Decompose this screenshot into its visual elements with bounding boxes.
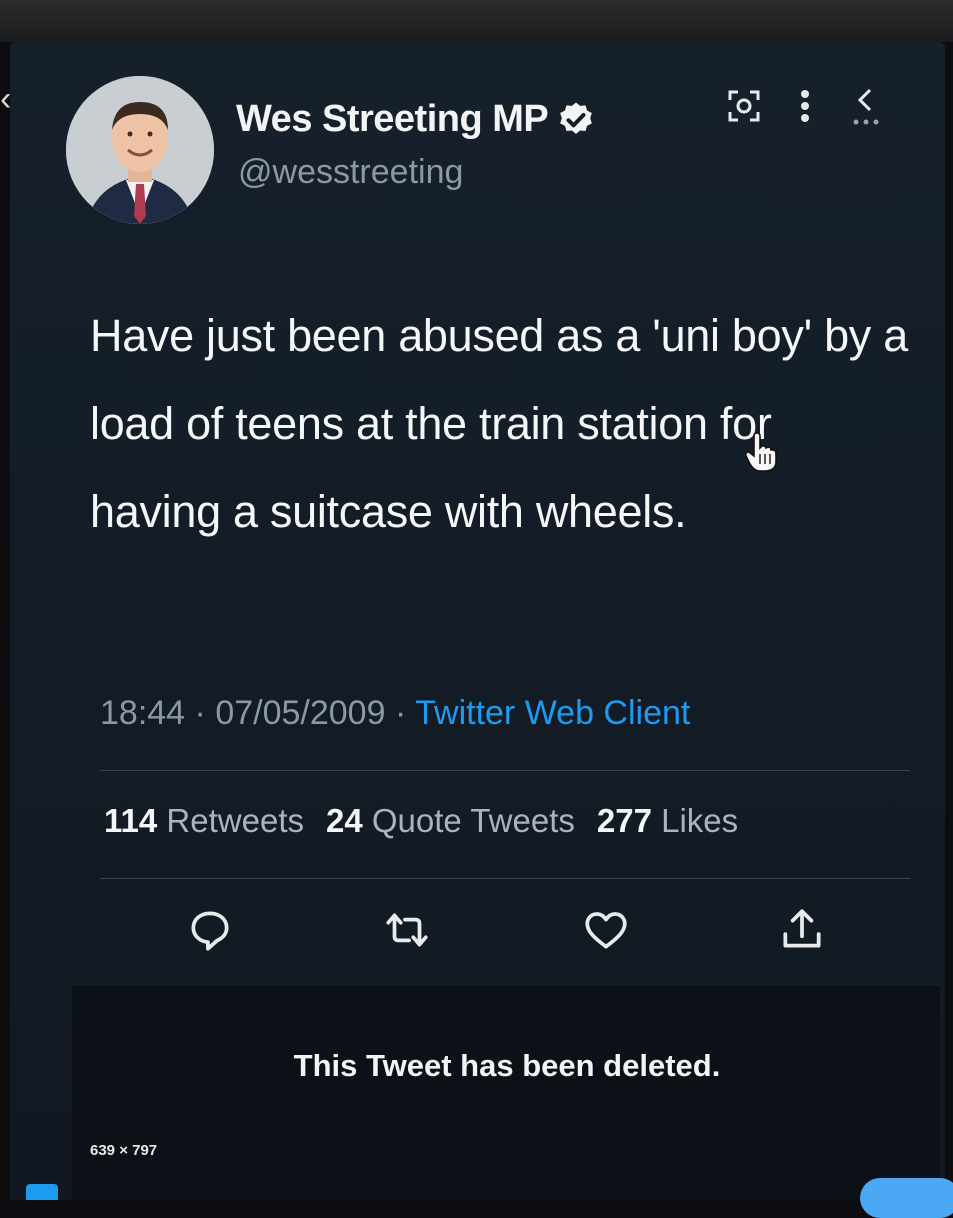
tweet-stats: 114 Retweets 24 Quote Tweets 277 Likes — [104, 802, 738, 840]
retweet-icon[interactable] — [377, 900, 437, 960]
retweets-count: 114 — [104, 802, 158, 839]
tweet-button[interactable] — [860, 1178, 953, 1218]
window-top-bar — [0, 0, 953, 42]
name-row: Wes Streeting MP — [236, 98, 596, 141]
tweet-meta: 18:44 · 07/05/2009 · Twitter Web Client — [100, 694, 690, 733]
tweet-text: Have just been abused as a 'uni boy' by … — [90, 310, 908, 537]
meta-separator-2: · — [394, 694, 407, 732]
hand-cursor-icon — [744, 432, 778, 477]
twitter-logo-icon[interactable] — [26, 1184, 58, 1200]
likes-stat[interactable]: 277 Likes — [597, 802, 738, 840]
divider-top — [100, 770, 910, 771]
user-handle[interactable]: @wesstreeting — [238, 153, 463, 192]
likes-label: Likes — [661, 802, 739, 839]
likes-count: 277 — [596, 802, 652, 839]
tweet-date[interactable]: 07/05/2009 — [215, 694, 385, 732]
back-chevron-icon[interactable]: ‹ — [0, 82, 11, 116]
image-dimensions-label: 639 × 797 — [90, 1142, 158, 1159]
meta-separator: · — [194, 694, 206, 732]
deleted-tweet-panel: This Tweet has been deleted. — [72, 986, 940, 1200]
deleted-notice: This Tweet has been deleted. — [293, 1048, 721, 1083]
quote-tweets-count: 24 — [325, 802, 363, 839]
share-icon[interactable] — [772, 900, 832, 960]
like-icon[interactable] — [576, 900, 636, 960]
quote-tweets-stat[interactable]: 24 Quote Tweets — [326, 802, 575, 840]
tweet-header-actions — [724, 84, 886, 133]
retweets-stat[interactable]: 114 Retweets — [104, 802, 304, 840]
avatar[interactable] — [66, 76, 214, 224]
more-icon[interactable] — [798, 86, 812, 131]
quote-tweets-label: Quote Tweets — [371, 802, 575, 839]
collapse-icon[interactable] — [846, 84, 886, 133]
tweet-action-bar — [0, 900, 953, 960]
divider-bottom — [100, 878, 910, 879]
verified-badge-icon — [556, 100, 596, 140]
display-name[interactable]: Wes Streeting MP — [236, 98, 549, 141]
screenshot-icon[interactable] — [724, 86, 764, 131]
tweet-time: 18:44 — [100, 694, 186, 732]
retweets-label: Retweets — [166, 802, 304, 839]
tweet-client-link[interactable]: Twitter Web Client — [415, 694, 690, 732]
reply-icon[interactable] — [180, 900, 240, 960]
